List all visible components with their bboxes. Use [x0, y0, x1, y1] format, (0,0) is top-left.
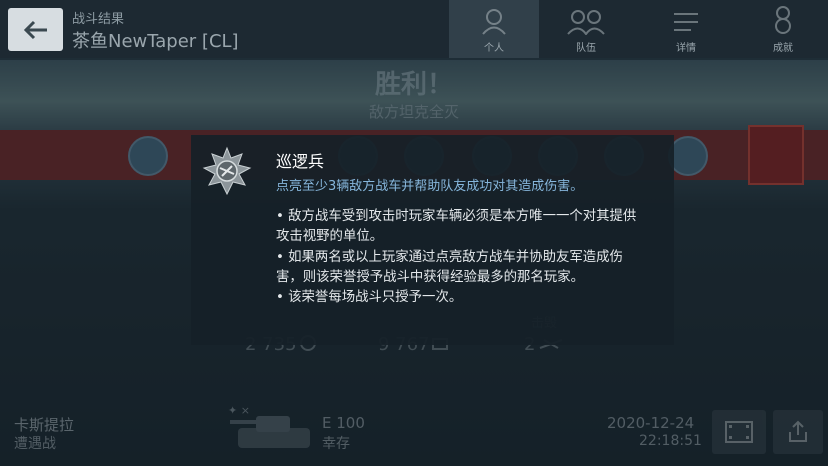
medal-condition: 点亮至少3辆敌方战车并帮助队友成功对其造成伤害。	[276, 179, 584, 194]
detail-line: • 该荣誉每场战斗只授予一次。	[276, 290, 463, 306]
list-icon	[674, 13, 698, 31]
soldier-icon	[482, 9, 506, 35]
tab-team[interactable]: 队伍	[541, 0, 631, 58]
tab-label: 成就	[773, 43, 793, 54]
patrol-medal-icon	[198, 146, 256, 198]
back-button[interactable]	[8, 8, 63, 51]
tab-personal[interactable]: 个人	[449, 0, 539, 58]
arrow-left-icon	[23, 20, 47, 39]
page-subtitle: 战斗结果	[72, 12, 125, 27]
medal-icon	[775, 6, 791, 34]
tab-detail[interactable]: 详情	[641, 0, 731, 58]
tab-label: 详情	[676, 43, 696, 54]
team-icon	[567, 10, 605, 35]
player-name: 茶鱼NewTaper [CL]	[72, 31, 239, 52]
medal-details: • 敌方战车受到攻击时玩家车辆必须是本方唯一一个对其提供攻击视野的单位。 • 如…	[276, 207, 648, 308]
tab-label: 个人	[484, 43, 504, 54]
tab-label: 队伍	[576, 43, 596, 54]
detail-line: • 如果两名或以上玩家通过点亮敌方战车并协助友军造成伤害，则该荣誉授予战斗中获得…	[276, 249, 623, 285]
tab-honors[interactable]: 成就	[738, 0, 828, 58]
medal-name: 巡逻兵	[276, 152, 325, 171]
detail-line: • 敌方战车受到攻击时玩家车辆必须是本方唯一一个对其提供攻击视野的单位。	[276, 209, 637, 245]
